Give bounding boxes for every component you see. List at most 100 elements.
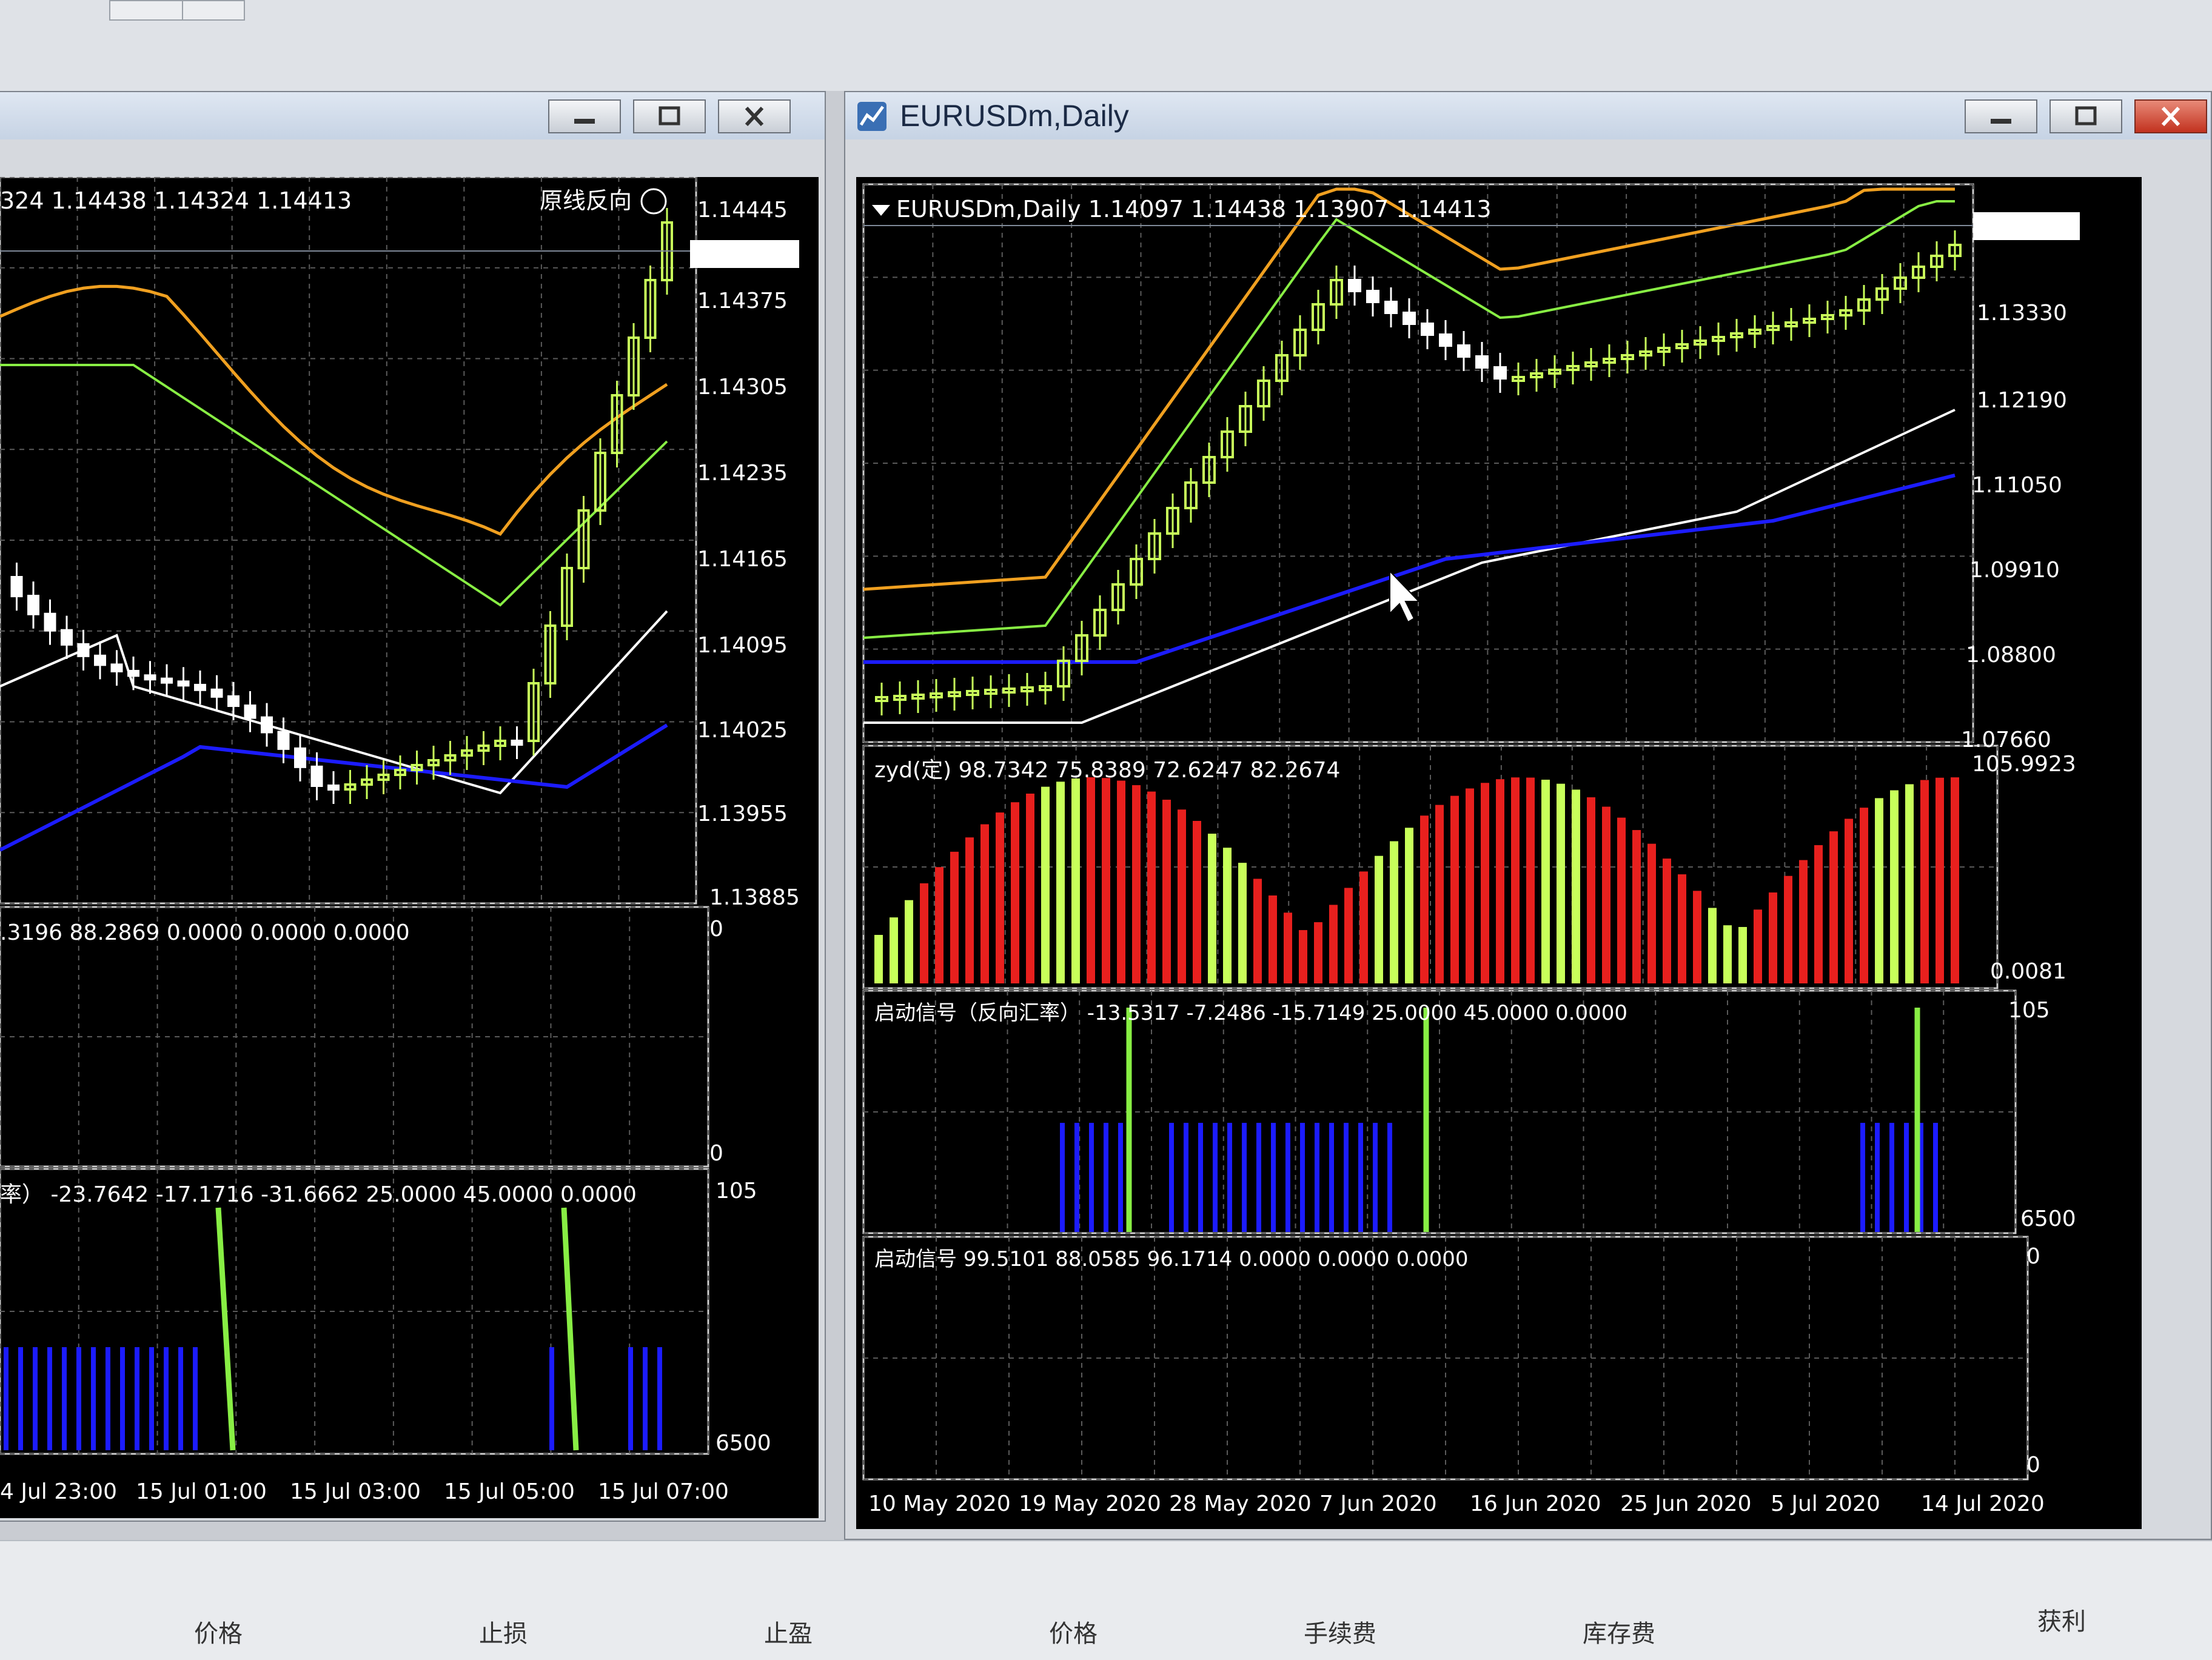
right-zyd-axis-bottom: 0.0081 <box>1990 959 2066 984</box>
column-header-take-profit[interactable]: 止盈 <box>764 1614 813 1649</box>
candle-body <box>511 740 523 746</box>
zyd-bar <box>1511 777 1520 983</box>
candle-body <box>27 595 39 615</box>
right-price-header: EURUSDm,Daily 1.14097 1.14438 1.13907 1.… <box>896 196 1492 223</box>
svg-text:1.07660: 1.07660 <box>1961 728 2051 752</box>
zyd-bar <box>1405 828 1413 983</box>
column-header-stop-loss[interactable]: 止损 <box>479 1614 528 1649</box>
right-signal2-axis-bottom: 0 <box>2026 1453 2040 1478</box>
zyd-bar <box>1905 784 1914 983</box>
left-indicator2-axis-top: 105 <box>716 1179 757 1203</box>
right-chart-svg: 1.14413 EURUSDm,Daily 1.14097 1.14438 1.… <box>862 183 2080 1516</box>
zyd-bar <box>1269 895 1277 983</box>
svg-text:14 Jul 2020: 14 Jul 2020 <box>1921 1491 2045 1516</box>
close-icon <box>2161 106 2180 127</box>
maximize-button[interactable] <box>2049 99 2122 133</box>
signal-spike <box>215 1207 236 1451</box>
desktop-strip <box>0 0 2212 91</box>
zyd-bar <box>1541 780 1550 983</box>
zyd-bar <box>920 883 928 983</box>
candle-body <box>1348 279 1361 292</box>
zyd-bar <box>1526 777 1535 983</box>
zyd-bar <box>1041 786 1050 983</box>
left-signal-bars <box>4 1207 662 1451</box>
right-time-axis: 10 May 2020 19 May 2020 28 May 2020 7 Ju… <box>868 1491 2045 1516</box>
zyd-bar <box>1344 888 1353 983</box>
zyd-bar <box>1087 777 1095 983</box>
candle-body <box>210 688 223 698</box>
smiley-icon <box>640 188 667 215</box>
svg-text:1.13955: 1.13955 <box>697 802 788 826</box>
right-signal1-header: 启动信号（反向汇率） -13.5317 -7.2486 -15.7149 25.… <box>874 1001 1627 1025</box>
blue-ma <box>863 474 1956 664</box>
maximize-button[interactable] <box>633 99 706 133</box>
zyd-bar <box>1784 875 1792 983</box>
right-signal2-header: 启动信号 99.5101 88.0585 96.1714 0.0000 0.00… <box>874 1247 1469 1271</box>
dropdown-triangle-icon[interactable] <box>872 205 890 216</box>
zyd-bar <box>1754 909 1762 983</box>
svg-text:10 May 2020: 10 May 2020 <box>868 1491 1011 1516</box>
candle-body <box>1475 355 1489 369</box>
candle-body <box>77 643 90 657</box>
zyd-bar <box>1951 777 1959 983</box>
zyd-bar <box>1056 781 1065 983</box>
zyd-bar <box>1117 780 1125 983</box>
candle-body <box>127 669 139 677</box>
zyd-bar <box>1799 860 1808 983</box>
zyd-bar <box>1708 908 1717 983</box>
left-indicator1-axis-bottom: 0 <box>709 1141 723 1166</box>
column-header-price[interactable]: 价格 <box>194 1614 243 1649</box>
right-zyd-axis-top: 105.9923 <box>1972 752 2076 777</box>
left-indicator2-header: 率） -23.7642 -17.1716 -31.6662 25.0000 45… <box>0 1182 637 1207</box>
candle-body <box>261 716 273 734</box>
zyd-bar <box>1920 780 1929 983</box>
maximize-icon <box>659 106 680 126</box>
left-chart-area[interactable]: 1.14413 324 1.14438 1.14324 1.14413 原线反向… <box>0 177 819 1518</box>
minimize-icon <box>574 119 595 124</box>
zyd-bar <box>1466 788 1474 983</box>
candle-body <box>161 677 173 684</box>
svg-text:4 Jul 23:00: 4 Jul 23:00 <box>0 1479 117 1504</box>
svg-text:28 May 2020: 28 May 2020 <box>1169 1491 1312 1516</box>
left-indicator1-header: .3196 88.2869 0.0000 0.0000 0.0000 <box>0 920 410 945</box>
zyd-bar <box>1936 777 1944 983</box>
candle-body <box>310 765 323 788</box>
candle-body <box>327 785 340 791</box>
svg-text:16 Jun 2020: 16 Jun 2020 <box>1470 1491 1601 1516</box>
candle-body <box>177 680 190 687</box>
zyd-bar <box>1284 912 1292 983</box>
zyd-bar <box>1208 834 1216 983</box>
svg-text:1.14095: 1.14095 <box>697 633 788 658</box>
mouse-cursor-icon <box>1389 569 1421 623</box>
zyd-bar <box>1860 808 1868 983</box>
zyd-bar <box>1723 925 1732 983</box>
zyd-bar <box>965 837 974 983</box>
minimize-button[interactable] <box>1965 99 2037 133</box>
right-chart-area[interactable]: 1.14413 EURUSDm,Daily 1.14097 1.14438 1.… <box>856 177 2142 1529</box>
column-header-swap[interactable]: 库存费 <box>1583 1614 1655 1649</box>
zyd-bar <box>1375 855 1383 983</box>
column-header-price-2[interactable]: 价格 <box>1049 1614 1098 1649</box>
svg-text:25 Jun 2020: 25 Jun 2020 <box>1620 1491 1752 1516</box>
zyd-bar <box>1572 789 1580 983</box>
zyd-bar <box>905 900 913 983</box>
column-header-profit[interactable]: 获利 <box>2037 1602 2086 1637</box>
zyd-bar <box>1602 806 1610 983</box>
svg-text:1.11050: 1.11050 <box>1972 473 2062 498</box>
left-chart-window: 1.14413 324 1.14438 1.14324 1.14413 原线反向… <box>0 91 826 1522</box>
zyd-bar <box>1845 818 1853 983</box>
close-button[interactable] <box>718 99 791 133</box>
background-button[interactable] <box>182 0 245 21</box>
svg-text:1.13885: 1.13885 <box>709 885 800 910</box>
minimize-button[interactable] <box>548 99 621 133</box>
candle-body <box>244 704 256 719</box>
zyd-bar <box>1253 879 1262 983</box>
zyd-bar <box>1162 800 1171 983</box>
column-header-commission[interactable]: 手续费 <box>1304 1614 1376 1649</box>
candle-body <box>94 654 106 666</box>
close-button[interactable] <box>2134 99 2207 133</box>
close-icon <box>745 106 764 127</box>
candle-body <box>44 612 56 632</box>
zyd-bar <box>1663 858 1671 983</box>
background-button[interactable] <box>109 0 184 21</box>
